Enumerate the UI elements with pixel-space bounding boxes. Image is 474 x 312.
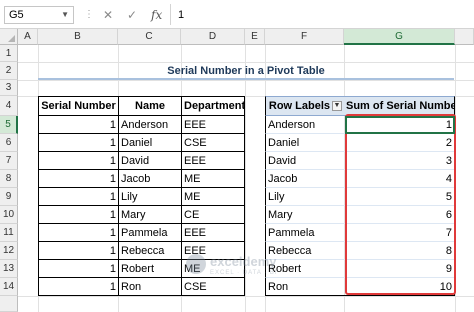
row-header-14[interactable]: 14 <box>0 278 18 296</box>
pivot-row-value[interactable]: 4 <box>344 170 455 188</box>
enter-icon[interactable]: ✓ <box>127 6 137 24</box>
pivot-header-sum[interactable]: Sum of Serial Number <box>344 96 455 116</box>
header-serial-number[interactable]: Serial Number <box>38 96 118 116</box>
pivot-row-value[interactable]: 3 <box>344 152 455 170</box>
pivot-row-label[interactable]: Daniel <box>265 134 344 152</box>
pivot-header-row-labels[interactable]: Row Labels ▼ <box>265 96 344 116</box>
insert-function-icon[interactable]: fx <box>151 6 162 24</box>
select-all-icon <box>8 35 15 42</box>
row-header-6[interactable]: 6 <box>0 134 18 152</box>
pivot-row-label[interactable]: Pammela <box>265 224 344 242</box>
table-cell-serial[interactable]: 1 <box>38 116 118 134</box>
table-cell-name[interactable]: Anderson <box>118 116 181 134</box>
table-cell-serial[interactable]: 1 <box>38 224 118 242</box>
table-cell-name[interactable]: Lily <box>118 188 181 206</box>
row-header-7[interactable]: 7 <box>0 152 18 170</box>
pivot-row-value[interactable]: 9 <box>344 260 455 278</box>
pivot-row-label[interactable]: Anderson <box>265 116 344 134</box>
gridline <box>245 45 246 312</box>
header-name[interactable]: Name <box>118 96 181 116</box>
column-header-b[interactable]: B <box>38 29 118 45</box>
cancel-icon[interactable]: ✕ <box>103 6 113 24</box>
table-cell-department[interactable]: ME <box>181 170 245 188</box>
row-header-1[interactable]: 1 <box>0 45 18 62</box>
table-cell-name[interactable]: Rebecca <box>118 242 181 260</box>
sheet-title: Serial Number in a Pivot Table <box>38 63 454 80</box>
gridline <box>18 80 474 81</box>
drag-handle-icon[interactable]: ⋮ <box>84 9 94 21</box>
formula-bar: G5 ▼ ⋮ ✕ ✓ fx 1 <box>0 0 474 29</box>
row-header-8[interactable]: 8 <box>0 170 18 188</box>
table-cell-department[interactable]: CSE <box>181 278 245 296</box>
pivot-row-value[interactable]: 8 <box>344 242 455 260</box>
row-header-4[interactable]: 4 <box>0 96 18 116</box>
pivot-row-label[interactable]: Mary <box>265 206 344 224</box>
gridline <box>18 296 474 297</box>
table-cell-serial[interactable]: 1 <box>38 278 118 296</box>
pivot-row-value[interactable]: 7 <box>344 224 455 242</box>
table-cell-department[interactable]: ME <box>181 188 245 206</box>
table-cell-name[interactable]: Jacob <box>118 170 181 188</box>
row-header-12[interactable]: 12 <box>0 242 18 260</box>
table-cell-name[interactable]: Robert <box>118 260 181 278</box>
table-cell-serial[interactable]: 1 <box>38 206 118 224</box>
pivot-row-label[interactable]: Lily <box>265 188 344 206</box>
table-cell-name[interactable]: Ron <box>118 278 181 296</box>
row-header-13[interactable]: 13 <box>0 260 18 278</box>
column-header-g[interactable]: G <box>344 29 455 45</box>
row-header-9[interactable]: 9 <box>0 188 18 206</box>
column-header-e[interactable]: E <box>245 29 265 45</box>
row-header-15[interactable] <box>0 296 18 312</box>
column-header-c[interactable]: C <box>118 29 181 45</box>
pivot-row-value[interactable]: 6 <box>344 206 455 224</box>
pivot-row-label[interactable]: Jacob <box>265 170 344 188</box>
pivot-row-value[interactable]: 2 <box>344 134 455 152</box>
column-header-f[interactable]: F <box>265 29 344 45</box>
table-cell-name[interactable]: Pammela <box>118 224 181 242</box>
row-header-2[interactable]: 2 <box>0 62 18 80</box>
chevron-down-icon[interactable]: ▼ <box>61 7 69 23</box>
formula-input[interactable]: 1 <box>178 6 184 24</box>
table-cell-department[interactable]: EEE <box>181 116 245 134</box>
row-header-11[interactable]: 11 <box>0 224 18 242</box>
row-header-5[interactable]: 5 <box>0 116 18 134</box>
table-cell-serial[interactable]: 1 <box>38 170 118 188</box>
table-cell-name[interactable]: David <box>118 152 181 170</box>
table-cell-serial[interactable]: 1 <box>38 242 118 260</box>
table-cell-serial[interactable]: 1 <box>38 260 118 278</box>
table-cell-department[interactable]: EEE <box>181 242 245 260</box>
pivot-row-value[interactable]: 5 <box>344 188 455 206</box>
pivot-row-value[interactable]: 1 <box>344 116 455 134</box>
pivot-row-label[interactable]: Rebecca <box>265 242 344 260</box>
table-cell-serial[interactable]: 1 <box>38 188 118 206</box>
pivot-row-label[interactable]: Ron <box>265 278 344 296</box>
table-cell-department[interactable]: EEE <box>181 152 245 170</box>
pivot-row-value[interactable]: 10 <box>344 278 455 296</box>
table-cell-department[interactable]: CSE <box>181 134 245 152</box>
gridline <box>455 45 456 312</box>
column-header-a[interactable]: A <box>18 29 38 45</box>
name-box[interactable]: G5 ▼ <box>4 6 74 24</box>
table-cell-department[interactable]: ME <box>181 260 245 278</box>
pivot-header-row-labels-text: Row Labels <box>268 100 330 112</box>
table-cell-serial[interactable]: 1 <box>38 152 118 170</box>
table-cell-name[interactable]: Daniel <box>118 134 181 152</box>
filter-dropdown-icon[interactable]: ▼ <box>332 101 342 112</box>
header-department[interactable]: Department <box>181 96 245 116</box>
pivot-row-label[interactable]: Robert <box>265 260 344 278</box>
table-cell-department[interactable]: CE <box>181 206 245 224</box>
column-header-h[interactable] <box>455 29 474 45</box>
formula-bar-divider <box>170 4 171 25</box>
row-header-3[interactable]: 3 <box>0 80 18 96</box>
column-header-d[interactable]: D <box>181 29 245 45</box>
select-all-button[interactable] <box>0 29 18 45</box>
table-cell-department[interactable]: EEE <box>181 224 245 242</box>
table-cell-serial[interactable]: 1 <box>38 134 118 152</box>
name-box-value: G5 <box>9 9 24 21</box>
table-cell-name[interactable]: Mary <box>118 206 181 224</box>
pivot-row-label[interactable]: David <box>265 152 344 170</box>
row-header-10[interactable]: 10 <box>0 206 18 224</box>
